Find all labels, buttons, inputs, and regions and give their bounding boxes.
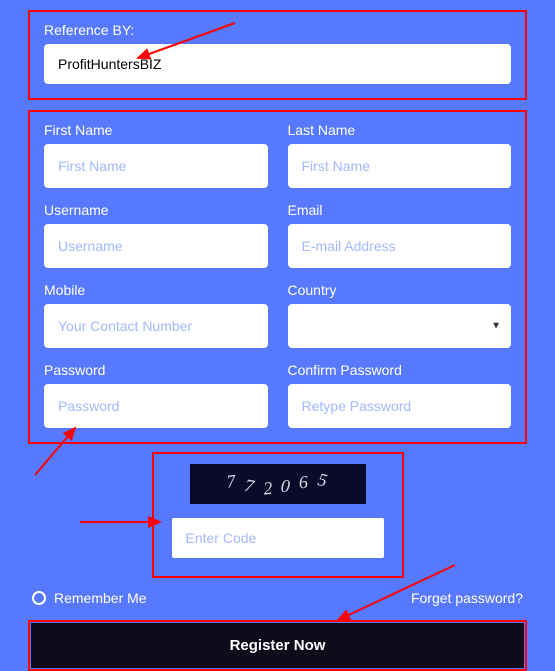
country-label: Country xyxy=(288,282,512,298)
country-select[interactable] xyxy=(288,304,512,348)
first-name-label: First Name xyxy=(44,122,268,138)
last-name-label: Last Name xyxy=(288,122,512,138)
username-input[interactable] xyxy=(44,224,268,268)
password-input[interactable] xyxy=(44,384,268,428)
register-section: Register Now xyxy=(28,620,527,671)
captcha-image: 772065 xyxy=(190,464,366,504)
confirm-password-input[interactable] xyxy=(288,384,512,428)
remember-label: Remember Me xyxy=(54,590,147,606)
fields-section: First Name Last Name Username Email Mobi… xyxy=(28,110,527,444)
mobile-input[interactable] xyxy=(44,304,268,348)
captcha-input[interactable] xyxy=(172,518,384,558)
password-label: Password xyxy=(44,362,268,378)
register-button[interactable]: Register Now xyxy=(31,623,524,668)
mobile-label: Mobile xyxy=(44,282,268,298)
bottom-row: Remember Me Forget password? xyxy=(32,590,523,606)
forget-password-link[interactable]: Forget password? xyxy=(411,590,523,606)
radio-icon[interactable] xyxy=(32,591,46,605)
confirm-password-label: Confirm Password xyxy=(288,362,512,378)
captcha-section: 772065 xyxy=(152,452,404,578)
email-label: Email xyxy=(288,202,512,218)
username-label: Username xyxy=(44,202,268,218)
reference-section: Reference BY: xyxy=(28,10,527,100)
last-name-input[interactable] xyxy=(288,144,512,188)
email-input[interactable] xyxy=(288,224,512,268)
remember-me[interactable]: Remember Me xyxy=(32,590,147,606)
first-name-input[interactable] xyxy=(44,144,268,188)
reference-input[interactable] xyxy=(44,44,511,84)
reference-label: Reference BY: xyxy=(44,22,511,38)
